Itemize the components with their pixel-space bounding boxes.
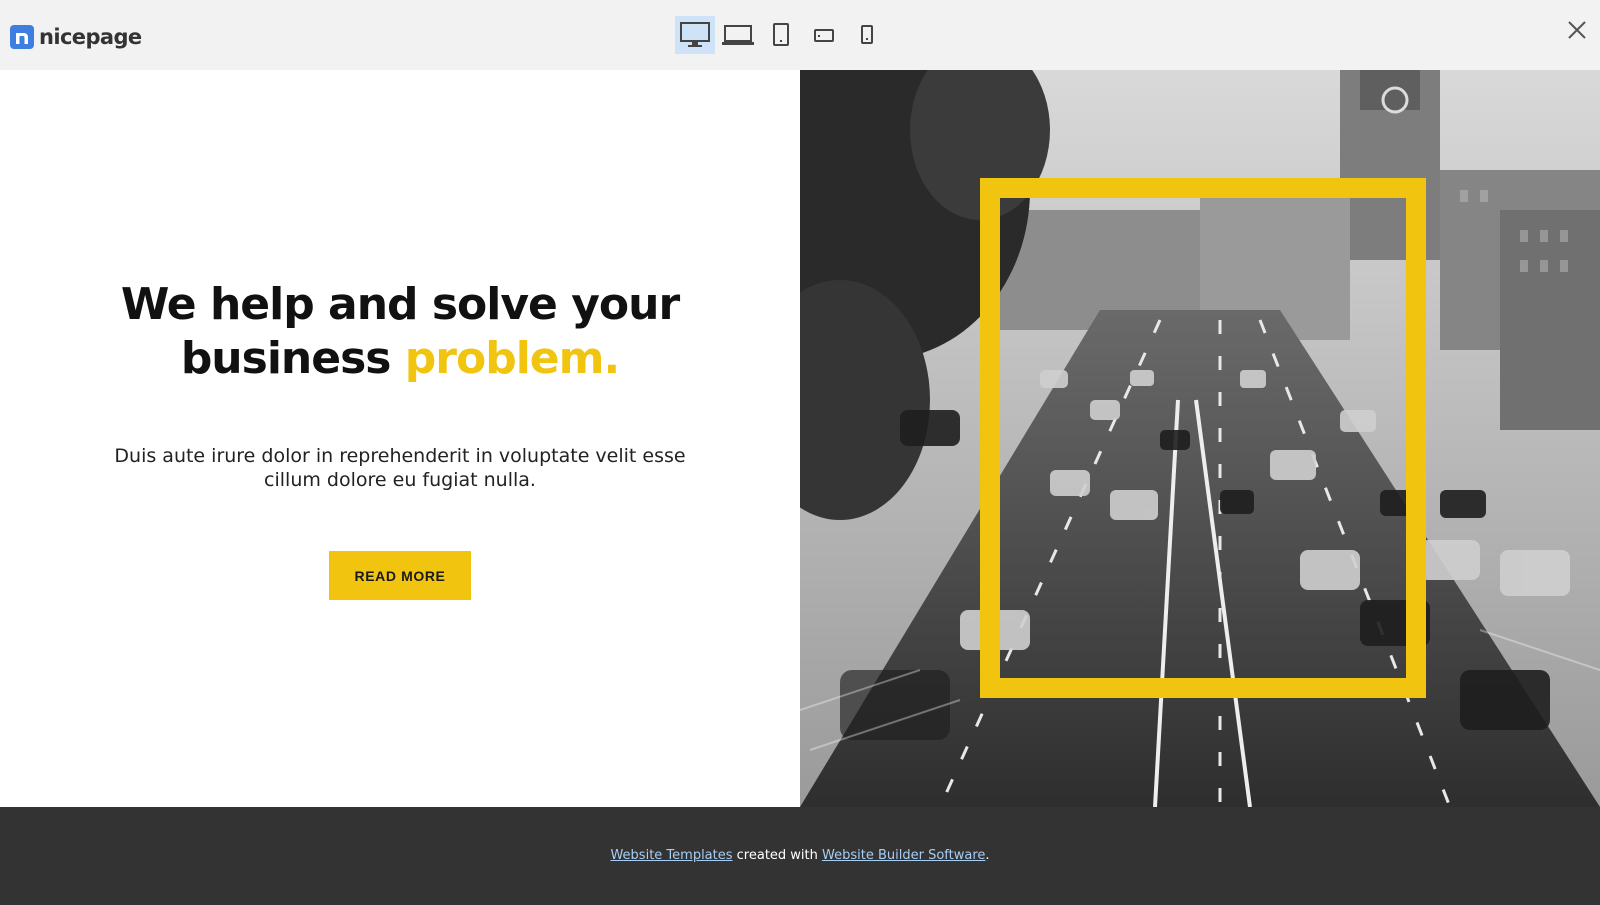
footer: Website Templates created with Website B… — [0, 807, 1600, 905]
close-icon — [1568, 21, 1586, 39]
phone-portrait-icon — [861, 25, 873, 44]
device-switcher — [675, 16, 890, 54]
tablet-icon — [773, 23, 789, 46]
read-more-button[interactable]: READ MORE — [329, 551, 471, 600]
device-phone-landscape-button[interactable] — [804, 16, 844, 54]
laptop-icon — [722, 25, 754, 45]
city-traffic-photo — [800, 70, 1600, 807]
device-tablet-button[interactable] — [761, 16, 801, 54]
hero-lead-text: Duis aute irure dolor in reprehenderit i… — [114, 445, 686, 491]
desktop-icon — [680, 22, 710, 47]
headline-accent: problem. — [404, 333, 620, 384]
website-templates-link[interactable]: Website Templates — [610, 848, 732, 863]
website-builder-software-link[interactable]: Website Builder Software — [822, 848, 985, 863]
device-laptop-button[interactable] — [718, 16, 758, 54]
hero-headline: We help and solve your business problem. — [40, 278, 760, 386]
device-phone-portrait-button[interactable] — [847, 16, 887, 54]
footer-period: . — [985, 848, 990, 863]
device-desktop-button[interactable] — [675, 16, 715, 54]
preview-toolbar: nicepage — [0, 0, 1600, 70]
phone-landscape-icon — [814, 29, 834, 42]
hero-text-panel: We help and solve your business problem.… — [0, 70, 800, 807]
nicepage-logo[interactable]: nicepage — [10, 24, 142, 50]
logo-n-icon — [10, 25, 34, 49]
footer-created-with: created with — [732, 848, 823, 863]
brand-name: nicepage — [39, 25, 142, 49]
close-preview-button[interactable] — [1565, 18, 1589, 42]
hero-image — [800, 70, 1600, 807]
